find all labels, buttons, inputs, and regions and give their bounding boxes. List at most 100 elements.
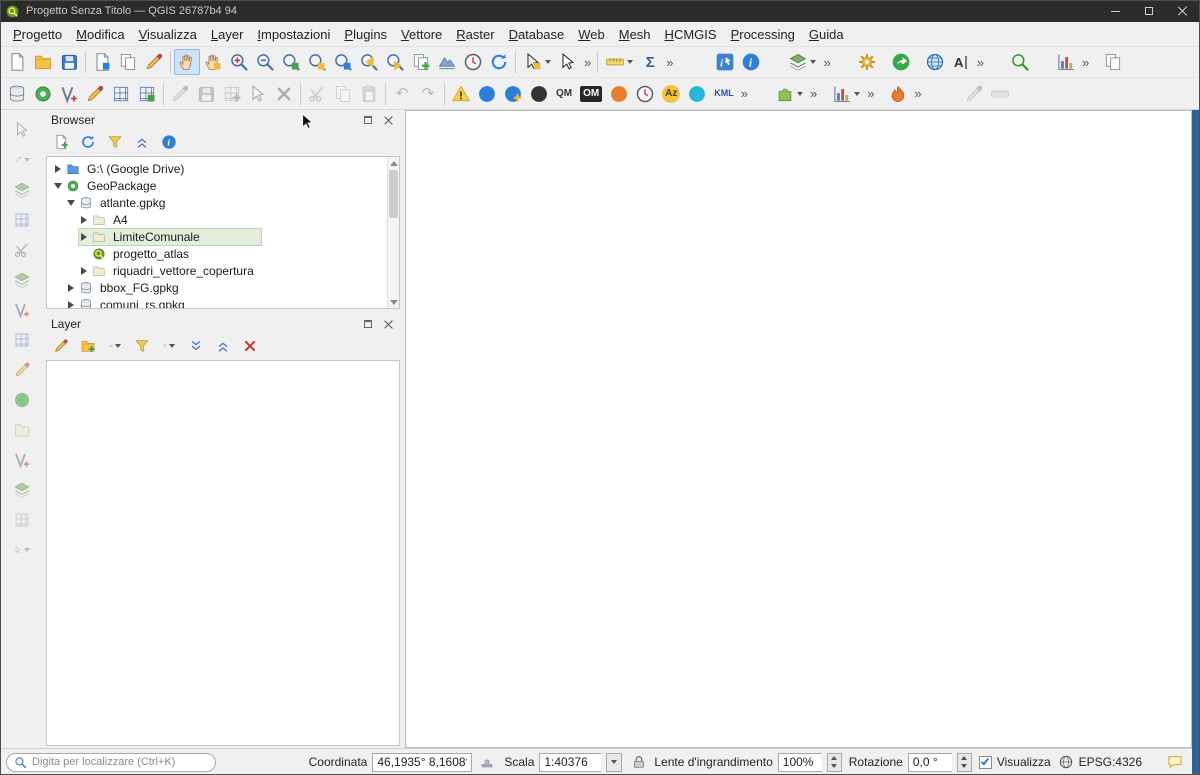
magnifier-spinner[interactable]: [826, 752, 842, 772]
toolbar-overflow-button[interactable]: »: [663, 55, 676, 70]
menu-database[interactable]: Database: [502, 24, 572, 45]
openmaps-om-button[interactable]: OM: [576, 81, 606, 107]
osm-search-button[interactable]: [1007, 49, 1033, 75]
fill-ring-button[interactable]: [10, 418, 34, 442]
render-checkbox[interactable]: [978, 755, 992, 769]
menu-vettore[interactable]: Vettore: [394, 24, 449, 45]
magnifier-input[interactable]: [777, 752, 822, 772]
measure-button[interactable]: [601, 49, 637, 75]
move-feature-button[interactable]: [10, 178, 34, 202]
locator-search[interactable]: [6, 752, 216, 772]
help-info-button[interactable]: [738, 49, 764, 75]
menu-plugins[interactable]: Plugins: [337, 24, 394, 45]
save-layer-edits-button[interactable]: [193, 81, 219, 107]
measure-annotation-button[interactable]: [987, 81, 1013, 107]
new-project-button[interactable]: [4, 49, 30, 75]
menu-modifica[interactable]: Modifica: [69, 24, 131, 45]
new-virtual-layer-button[interactable]: [108, 81, 134, 107]
quickmapservices-button[interactable]: [888, 49, 914, 75]
select-tool-button[interactable]: [10, 118, 34, 142]
cut-features-button[interactable]: [304, 81, 330, 107]
add-selected-layers-button[interactable]: [51, 132, 71, 152]
offset-curve-button[interactable]: [10, 328, 34, 352]
new-shapefile-layer-button[interactable]: [56, 81, 82, 107]
browser-scrollbar[interactable]: [387, 157, 399, 308]
expander-icon[interactable]: [53, 164, 62, 173]
new-geopackage-layer-button[interactable]: [30, 81, 56, 107]
expander-icon[interactable]: [79, 215, 88, 224]
toolbar-overflow-button[interactable]: »: [864, 86, 877, 101]
refresh-map-button[interactable]: [486, 49, 512, 75]
zoom-full-extent-button[interactable]: [278, 49, 304, 75]
spin-up-icon[interactable]: [958, 754, 971, 763]
zoom-to-selection-button[interactable]: [304, 49, 330, 75]
extent-toggle-button[interactable]: [477, 752, 497, 772]
tree-item-gdrive[interactable]: G:\ (Google Drive): [47, 160, 399, 177]
menu-layer[interactable]: Layer: [204, 24, 251, 45]
expander-icon[interactable]: [66, 283, 75, 292]
browser-float-button[interactable]: [361, 113, 375, 127]
locator-search-input[interactable]: [32, 756, 208, 768]
profile-chart-button[interactable]: [1053, 49, 1079, 75]
tree-item-comuni-rs-gpkg[interactable]: comuni_rs.gpkg: [47, 296, 399, 308]
browser-properties-button[interactable]: [159, 132, 179, 152]
profile-tool-button[interactable]: [828, 81, 864, 107]
azimuth-distance-button[interactable]: Az: [658, 81, 684, 107]
pan-to-selection-button[interactable]: [200, 49, 226, 75]
digitize-tool-button[interactable]: [10, 148, 34, 172]
filter-legend-button[interactable]: [132, 336, 152, 356]
osm-place-search-button[interactable]: [526, 81, 552, 107]
delete-selected-button[interactable]: [271, 81, 297, 107]
remove-layer-button[interactable]: [240, 336, 260, 356]
new-mesh-layer-button[interactable]: [134, 81, 160, 107]
menu-raster[interactable]: Raster: [449, 24, 501, 45]
tree-item-progetto-atlas[interactable]: progetto_atlas: [47, 245, 399, 262]
zoom-last-button[interactable]: [356, 49, 382, 75]
scroll-up-icon[interactable]: [388, 157, 399, 169]
layers-close-button[interactable]: [381, 317, 395, 331]
merge-features-button[interactable]: [10, 268, 34, 292]
simplify-feature-button[interactable]: [10, 358, 34, 382]
lat-lon-tools-button[interactable]: [684, 81, 710, 107]
menu-hcmgis[interactable]: HCMGIS: [658, 24, 724, 45]
add-feature-button[interactable]: [219, 81, 245, 107]
delete-ring-button[interactable]: [10, 448, 34, 472]
browser-close-button[interactable]: [381, 113, 395, 127]
pan-map-button[interactable]: [174, 49, 200, 75]
map-themes-button[interactable]: [784, 49, 820, 75]
collapse-all-button[interactable]: [213, 336, 233, 356]
text-annotation-button[interactable]: A: [948, 49, 974, 75]
split-features-button[interactable]: [10, 238, 34, 262]
coordinate-capture-button[interactable]: [1100, 49, 1126, 75]
tree-item-riquadri[interactable]: riquadri_vettore_copertura: [47, 262, 399, 279]
toolbar-overflow-button[interactable]: »: [820, 55, 833, 70]
annotation-pencil-button[interactable]: [961, 81, 987, 107]
expander-icon[interactable]: [66, 300, 75, 308]
layout-manager-button[interactable]: [115, 49, 141, 75]
plugin-puzzle-button[interactable]: [771, 81, 807, 107]
zoom-in-button[interactable]: [226, 49, 252, 75]
more-digitizing-button[interactable]: [10, 538, 34, 562]
paste-features-button[interactable]: [356, 81, 382, 107]
toggle-editing-button[interactable]: [167, 81, 193, 107]
menu-guida[interactable]: Guida: [802, 24, 851, 45]
open-project-button[interactable]: [30, 49, 56, 75]
menu-processing[interactable]: Processing: [724, 24, 802, 45]
scale-input[interactable]: [539, 752, 602, 772]
toolbar-overflow-button[interactable]: »: [911, 86, 924, 101]
zoom-next-button[interactable]: [382, 49, 408, 75]
select-features-button[interactable]: [519, 49, 555, 75]
qtiles-button[interactable]: [606, 81, 632, 107]
close-button[interactable]: [1166, 0, 1200, 22]
quickmapservices-qm-button[interactable]: QM: [552, 81, 576, 107]
scroll-down-icon[interactable]: [388, 296, 399, 308]
minimize-button[interactable]: [1098, 0, 1132, 22]
toolbar-overflow-button[interactable]: »: [738, 86, 751, 101]
collapse-all-button[interactable]: [132, 132, 152, 152]
crs-status-button[interactable]: EPSG:4326: [1058, 754, 1142, 770]
menu-visualizza[interactable]: Visualizza: [132, 24, 204, 45]
identify-features-button[interactable]: [712, 49, 738, 75]
select-by-form-button[interactable]: [555, 49, 581, 75]
reshape-features-button[interactable]: [10, 298, 34, 322]
data-source-manager-button[interactable]: [4, 81, 30, 107]
